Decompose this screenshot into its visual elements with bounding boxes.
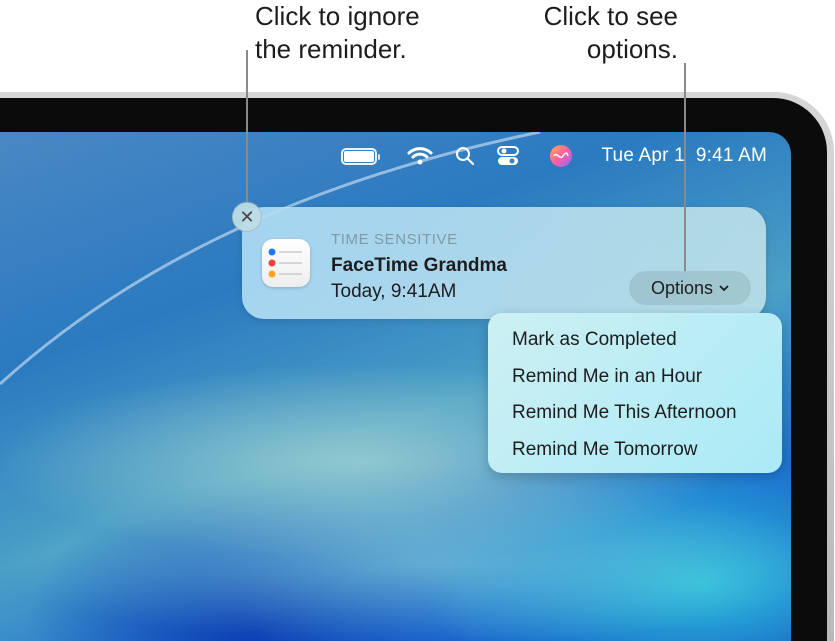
- battery-icon[interactable]: [341, 147, 381, 165]
- control-center-icon[interactable]: [497, 145, 520, 167]
- callout-line: options.: [586, 34, 678, 64]
- chevron-down-icon: [719, 284, 729, 291]
- menu-item-remind-hour[interactable]: Remind Me in an Hour: [512, 360, 782, 397]
- callout-line: Click to ignore: [255, 1, 420, 31]
- options-menu: Mark as Completed Remind Me in an Hour R…: [488, 313, 782, 473]
- search-icon[interactable]: [455, 146, 475, 166]
- callout-options: Click to see options.: [544, 0, 678, 66]
- close-icon: ✕: [239, 206, 255, 227]
- reminder-notification[interactable]: TIME SENSITIVE FaceTime Grandma Today, 9…: [242, 207, 766, 319]
- menu-item-mark-completed[interactable]: Mark as Completed: [512, 323, 782, 360]
- close-notification-button[interactable]: ✕: [232, 202, 262, 232]
- callout-leader-close: [246, 50, 248, 202]
- siri-icon[interactable]: [549, 144, 573, 168]
- callout-line: the reminder.: [255, 34, 407, 64]
- callout-leader-options: [684, 63, 686, 271]
- menu-item-remind-tomorrow[interactable]: Remind Me Tomorrow: [512, 433, 782, 470]
- page: Click to ignore the reminder. Click to s…: [0, 0, 835, 641]
- reminders-app-icon: [262, 239, 310, 287]
- options-button[interactable]: Options: [629, 271, 751, 305]
- options-label: Options: [650, 277, 714, 298]
- callout-close: Click to ignore the reminder.: [255, 0, 420, 66]
- menu-bar: Tue Apr 1 9:41 AM: [319, 132, 767, 180]
- desktop-screen: Tue Apr 1 9:41 AM TIME SENSITIVE FaceTim…: [0, 132, 791, 641]
- wifi-icon[interactable]: [407, 146, 433, 166]
- notification-category: TIME SENSITIVE: [331, 231, 458, 248]
- callout-line: Click to see: [543, 1, 678, 31]
- notification-time: Today, 9:41AM: [331, 281, 457, 302]
- menu-item-remind-afternoon[interactable]: Remind Me This Afternoon: [512, 396, 782, 433]
- notification-title: FaceTime Grandma: [331, 255, 508, 276]
